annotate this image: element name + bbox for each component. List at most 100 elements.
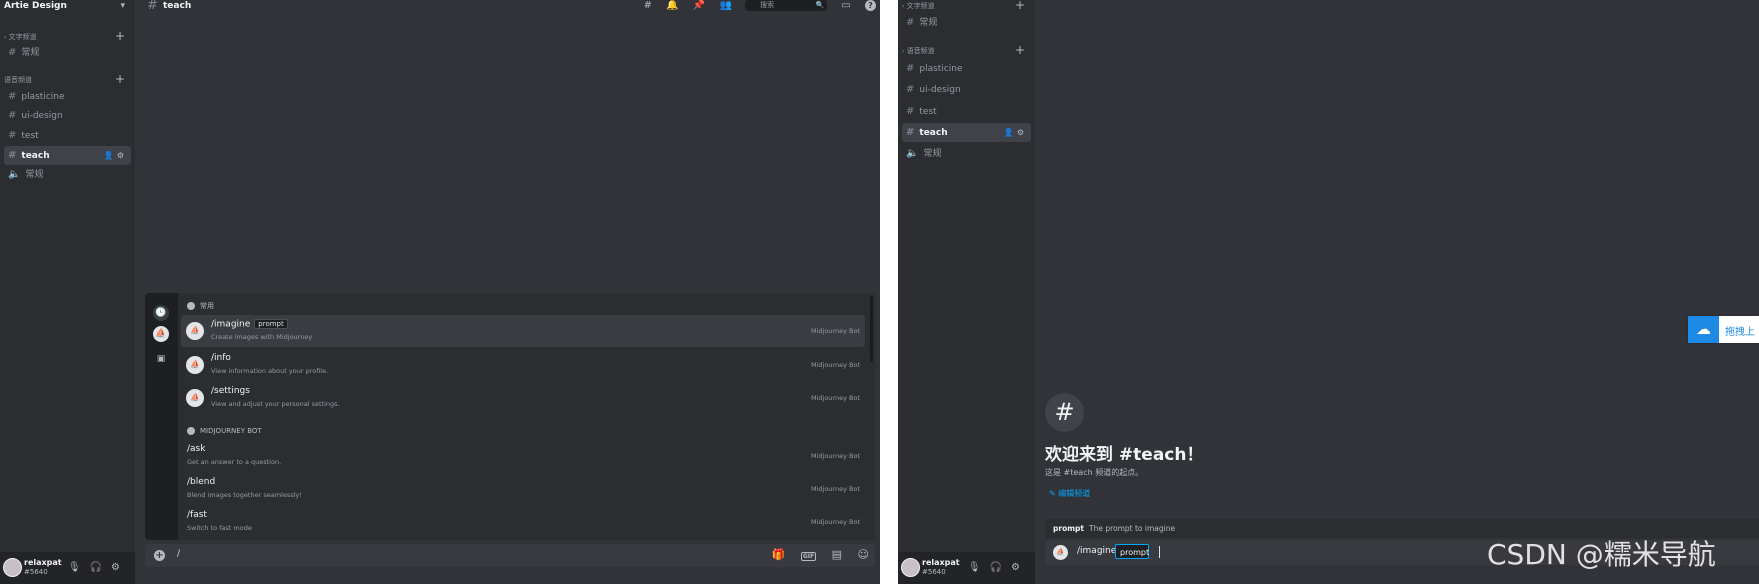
hash-icon: # (8, 47, 17, 58)
section-label: MIDJOURNEY BOT (200, 427, 262, 435)
command-desc: Create images with Midjourney (211, 333, 313, 341)
command-fast[interactable]: /fast Switch to fast mode Midjourney Bot (181, 506, 865, 538)
add-channel-icon[interactable]: + (115, 30, 125, 42)
headphones-icon[interactable]: 🎧 (90, 562, 111, 573)
command-ask[interactable]: /ask Get an answer to a question. Midjou… (181, 440, 865, 472)
username: relaxpat (922, 558, 960, 567)
inbox-icon[interactable]: ▭ (841, 0, 850, 11)
category-text-channels[interactable]: › 文字频道 + (0, 30, 135, 43)
help-icon[interactable]: ? (865, 0, 876, 11)
channel-item-plasticine[interactable]: # plasticine (902, 59, 1031, 78)
channel-item-general-text[interactable]: # 常规 (4, 43, 131, 62)
midjourney-bot-icon: ⛵ (1053, 545, 1068, 560)
channel-sidebar: › 文字频道 + # 常规 › 语音频道 + # plasticine # ui-de… (898, 0, 1035, 584)
add-attachment-icon[interactable]: + (154, 550, 165, 561)
user-tag: #5640 (24, 568, 48, 576)
category-label: 文字频道 (906, 2, 935, 10)
command-desc: Blend images together seamlessly! (187, 491, 302, 499)
channel-item-ui-design[interactable]: # ui-design (4, 106, 131, 125)
category-voice-channels[interactable]: › 语音频道 + (898, 44, 1035, 57)
hash-icon: # (906, 63, 915, 74)
channel-label: ui-design (21, 111, 63, 121)
command-imagine[interactable]: ⛵ /imagine prompt Create images with Midj… (181, 315, 865, 347)
channel-item-general-voice[interactable]: 🔈 常规 (902, 144, 1031, 163)
hash-icon: # (906, 106, 915, 117)
clock-icon (187, 302, 195, 310)
composer-input[interactable]: / (177, 549, 180, 559)
message-composer[interactable]: + / 🎁 GIF ▤ ☺ (145, 544, 875, 567)
add-channel-icon[interactable]: + (115, 73, 125, 85)
gear-icon[interactable]: ⚙ (117, 151, 127, 160)
sticker-icon[interactable]: ▤ (832, 548, 842, 561)
category-label: 文字频道 (8, 33, 37, 41)
section-midjourney-bot: MIDJOURNEY BOT (187, 425, 262, 437)
channel-label: plasticine (919, 64, 963, 74)
category-text-channels[interactable]: › 文字频道 + (898, 0, 1035, 12)
right-screenshot: › 文字频道 + # 常规 › 语音频道 + # plasticine # ui-de… (898, 0, 1759, 584)
channel-item-test[interactable]: # test (4, 126, 131, 145)
gift-icon[interactable]: 🎁 (772, 548, 786, 561)
clock-icon[interactable]: 🕓 (153, 305, 169, 321)
avatar[interactable] (3, 558, 22, 577)
microphone-muted-icon[interactable]: 🎙 (68, 562, 90, 573)
composer-option-input[interactable]: prompt (1115, 544, 1149, 559)
bell-icon[interactable]: 🔔 (666, 0, 678, 11)
channel-sidebar: Artie Design ▾ › 文字频道 + # 常规 语音频道 + # plas… (0, 0, 135, 584)
command-name: /imagine (211, 319, 251, 330)
edit-channel-link[interactable]: ✎ 编辑频道 (1049, 488, 1090, 499)
add-channel-icon[interactable]: + (1015, 44, 1025, 56)
headphones-icon[interactable]: 🎧 (990, 562, 1011, 573)
channel-label: plasticine (21, 92, 65, 102)
pin-icon[interactable]: 📌 (693, 0, 705, 11)
server-header[interactable]: Artie Design ▾ (0, 0, 135, 14)
category-voice-channels[interactable]: 语音频道 + (0, 73, 135, 86)
hash-icon: # (147, 0, 158, 13)
channel-label: test (21, 131, 39, 141)
gear-icon[interactable]: ⚙ (1011, 562, 1029, 573)
channel-item-plasticine[interactable]: # plasticine (4, 87, 131, 106)
command-blend[interactable]: /blend Blend images together seamlessly!… (181, 473, 865, 505)
channel-item-general-voice[interactable]: 🔈 常规 (4, 165, 131, 184)
avatar[interactable] (901, 558, 920, 577)
midjourney-bot-icon: ⛵ (186, 356, 204, 374)
popup-scrollbar[interactable] (870, 296, 873, 362)
channel-item-ui-design[interactable]: # ui-design (902, 80, 1031, 99)
builtin-commands-icon[interactable]: ▣ (153, 351, 169, 367)
gear-icon[interactable]: ⚙ (1017, 128, 1027, 137)
text-cursor (1159, 546, 1160, 558)
channel-item-teach[interactable]: # teach 👤⚙ (4, 146, 131, 165)
gear-icon[interactable]: ⚙ (111, 562, 129, 573)
pencil-icon: ✎ (1049, 489, 1056, 498)
channel-item-test[interactable]: # test (902, 102, 1031, 121)
command-bot: Midjourney Bot (810, 361, 860, 369)
channel-item-general-text[interactable]: # 常规 (902, 13, 1031, 32)
invite-user-icon[interactable]: 👤 (104, 151, 117, 160)
chat-area: # 欢迎来到 #teach！ 这是 #teach 频道的起点。 ✎ 编辑频道 p… (1035, 0, 1759, 584)
hint-desc: The prompt to imagine (1089, 524, 1176, 533)
chevron-down-icon[interactable]: ▾ (120, 0, 125, 12)
add-channel-icon[interactable]: + (1015, 0, 1025, 11)
section-label: 常用 (200, 302, 214, 310)
gif-button[interactable]: GIF (800, 552, 817, 561)
command-bot: Midjourney Bot (810, 452, 860, 460)
command-bot: Midjourney Bot (810, 327, 860, 335)
command-info[interactable]: ⛵ /info View information about your prof… (181, 349, 865, 381)
channel-item-teach[interactable]: # teach 👤⚙ (902, 123, 1031, 142)
cloud-upload-widget[interactable]: ☁ 拖拽上 (1688, 316, 1759, 343)
threads-icon[interactable]: # (644, 0, 652, 11)
edit-channel-label: 编辑频道 (1058, 489, 1091, 498)
welcome-subtitle: 这是 #teach 频道的起点。 (1045, 468, 1144, 477)
midjourney-bot-icon[interactable]: ⛵ (153, 326, 169, 342)
command-name: /settings (211, 386, 250, 396)
invite-user-icon[interactable]: 👤 (1004, 128, 1017, 137)
emoji-icon[interactable]: ☺ (858, 548, 869, 561)
command-settings[interactable]: ⛵ /settings View and adjust your persona… (181, 382, 865, 414)
channel-label: teach (919, 128, 948, 138)
search-input[interactable]: 搜索 🔍 (745, 0, 828, 11)
members-icon[interactable]: 👥 (720, 0, 732, 11)
channel-title: teach (163, 1, 192, 11)
microphone-muted-icon[interactable]: 🎙 (968, 562, 990, 573)
cloud-upload-icon: ☁ (1688, 316, 1719, 343)
command-desc: View information about your profile. (211, 367, 329, 375)
command-desc: Switch to fast mode (187, 524, 252, 532)
